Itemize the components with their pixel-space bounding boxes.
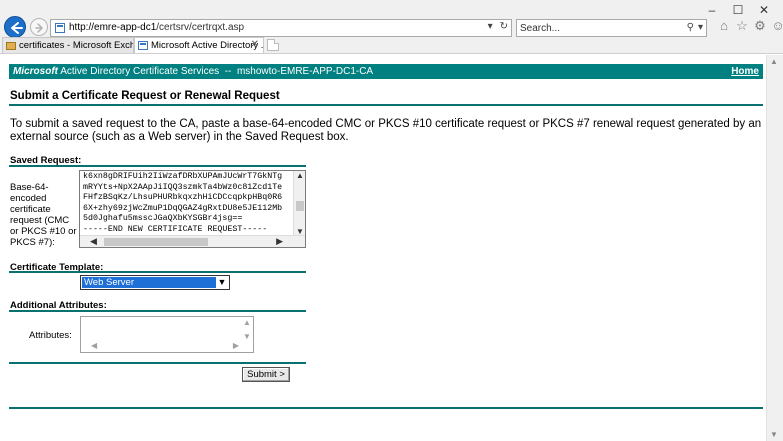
scroll-thumb[interactable] [296,201,304,211]
search-input[interactable] [520,22,680,35]
url-path: /certsrv/certrqxt.asp [156,22,245,33]
address-actions: ▾ ↻ [488,21,508,32]
home-link[interactable]: Home [731,64,759,79]
window-controls: – ☐ ✕ [699,3,777,17]
page-icon [55,23,65,33]
footer-divider [9,407,763,409]
saved-request-label: Base-64-encoded certificate request (CMC… [10,182,77,248]
submit-divider [9,362,306,364]
browser-chrome: – ☐ ✕ http://emre-app-dc1/certsrv/certrq… [0,0,783,54]
brand-name: Microsoft [13,66,58,77]
service-name: Active Directory Certificate Services [60,66,220,77]
horizontal-scrollbar[interactable]: ◀ ▶ [81,341,241,352]
search-box[interactable]: ⚲ ▾ [516,19,707,37]
search-icon[interactable]: ⚲ [687,22,694,33]
scroll-left-icon[interactable]: ◀ [90,236,97,247]
minimize-button[interactable]: – [699,3,725,17]
request-line: 5d0Jghafu5msscJGaQXbKYSGBr4jsg== [83,214,243,224]
dropdown-icon[interactable]: ▾ [488,21,493,32]
page-icon [138,41,148,50]
template-divider [9,271,306,273]
maximize-button[interactable]: ☐ [725,3,751,17]
smiley-icon[interactable]: ☺ [771,18,783,34]
horizontal-scrollbar[interactable]: ◀ ▶ [80,235,305,247]
request-line: 6X+zhy69zjWcZmuP1DqQGAZ4gRxtDU8e5JE112Mb [83,203,283,213]
title-divider [9,104,763,106]
banner-title: Microsoft Active Directory Certificate S… [13,64,373,79]
close-button[interactable]: ✕ [751,3,777,17]
chevron-down-icon[interactable]: ▼ [216,277,228,288]
page-title: Submit a Certificate Request or Renewal … [10,90,280,102]
new-tab-button[interactable] [267,39,279,51]
page-scrollbar[interactable]: ▲ ▼ [766,55,783,441]
refresh-icon[interactable]: ↻ [500,21,508,32]
back-arrow-icon [11,22,23,34]
attributes-divider [9,310,306,312]
tab-strip: certificates - Microsoft Exchange ... Mi… [0,37,783,54]
toolbar-icons: ⌂ ☆ ⚙ ☺ [717,18,783,34]
address-bar[interactable]: http://emre-app-dc1/certsrv/certrqxt.asp… [50,19,512,37]
request-line: FHfzBSqKz/LhsuPHURbkqxzhHiCDCcqpkpHBq0R6 [83,193,283,203]
back-button[interactable] [4,16,26,38]
attributes-textarea[interactable]: ▲ ▼ ◀ ▶ [80,316,254,353]
scroll-right-icon[interactable]: ▶ [276,236,283,247]
forward-button[interactable] [30,18,48,36]
url-host: http://emre-app-dc1 [69,22,157,33]
scroll-down-icon[interactable]: ▼ [243,332,251,341]
saved-request-divider [9,165,306,167]
close-tab-icon[interactable]: ✕ [251,39,259,50]
gear-icon[interactable]: ⚙ [753,18,767,34]
attributes-label: Attributes: [29,330,72,341]
forward-arrow-icon [35,23,44,33]
submit-button[interactable]: Submit > [242,367,290,382]
request-line: -----END NEW CERTIFICATE REQUEST----- [83,224,268,234]
request-line: k6xn8gDRIFUih2IiWzafDRbXUPAmJUcWrT7GkNTg [83,172,283,181]
tab-label: Microsoft Active Directory ... [151,40,264,51]
scroll-left-icon[interactable]: ◀ [91,341,97,350]
page-content: Microsoft Active Directory Certificate S… [0,55,766,441]
folder-icon [6,42,16,50]
scroll-up-icon[interactable]: ▲ [243,318,251,327]
home-icon[interactable]: ⌂ [717,18,731,34]
header-banner: Microsoft Active Directory Certificate S… [9,64,763,79]
scroll-thumb[interactable] [104,238,208,246]
favorites-star-icon[interactable]: ☆ [735,18,749,34]
tab-exchange[interactable]: certificates - Microsoft Exchange ... [2,37,134,53]
tab-label: certificates - Microsoft Exchange ... [19,40,134,51]
tab-adcs[interactable]: Microsoft Active Directory ... ✕ [134,37,264,53]
vertical-scrollbar[interactable]: ▲ ▼ [241,317,253,352]
scroll-up-icon[interactable]: ▲ [296,171,304,180]
search-dropdown-icon[interactable]: ▾ [698,22,703,33]
ca-name: mshowto-EMRE-APP-DC1-CA [236,66,374,77]
request-line: mRYYts+NpX2AApJiIQQ3szmkTa4bWz0c81Zcd1Te [83,182,283,192]
selected-template: Web Server [82,277,216,288]
vertical-scrollbar[interactable]: ▲ ▼ [293,171,305,236]
scroll-right-icon[interactable]: ▶ [233,341,239,350]
intro-text: To submit a saved request to the CA, pas… [10,118,762,143]
banner-separator: -- [224,66,232,77]
request-text: k6xn8gDRIFUih2IiWzafDRbXUPAmJUcWrT7GkNTg… [83,172,282,236]
scroll-down-icon[interactable]: ▼ [770,430,778,439]
scroll-up-icon[interactable]: ▲ [770,57,778,66]
certificate-template-select[interactable]: Web Server ▼ [80,275,230,290]
url-text: http://emre-app-dc1/certsrv/certrqxt.asp [69,22,244,33]
saved-request-textarea[interactable]: k6xn8gDRIFUih2IiWzafDRbXUPAmJUcWrT7GkNTg… [79,170,306,248]
search-actions: ⚲ ▾ [687,22,703,33]
